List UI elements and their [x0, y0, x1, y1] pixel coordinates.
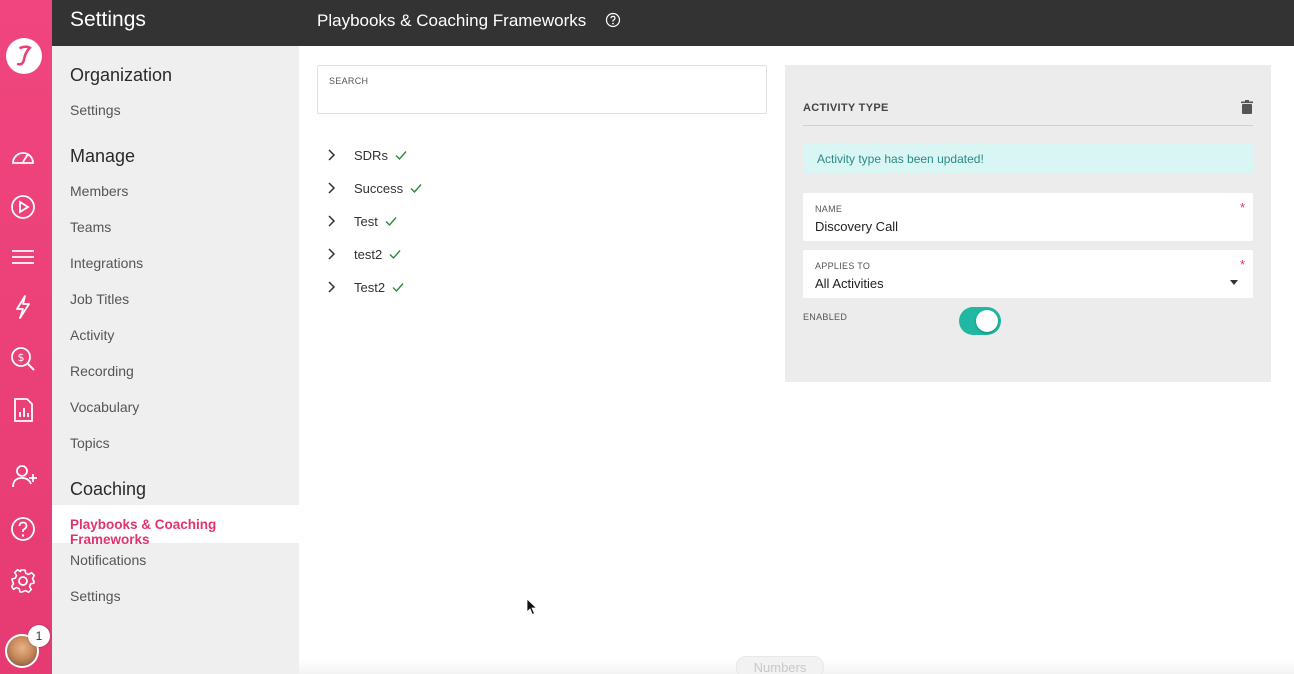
chevron-right-icon[interactable] [322, 212, 340, 230]
left-rail: $ 1 [0, 0, 52, 674]
search-field[interactable]: SEARCH [317, 65, 767, 114]
sidebar-item-notifications[interactable]: Notifications [70, 552, 146, 568]
sidebar-item-recording[interactable]: Recording [70, 363, 134, 379]
applies-to-select[interactable]: APPLIES TO All Activities * [803, 250, 1253, 298]
help-icon[interactable] [9, 515, 37, 543]
chevron-right-icon[interactable] [322, 179, 340, 197]
search-input[interactable] [329, 90, 749, 110]
section-manage: Manage [70, 146, 136, 166]
enabled-label: ENABLED [803, 312, 848, 322]
applies-to-value: All Activities [815, 276, 884, 291]
tree-item[interactable]: SDRs [322, 145, 408, 165]
sidebar-item-coaching-settings[interactable]: Settings [70, 588, 121, 604]
success-alert: Activity type has been updated! [803, 144, 1253, 173]
check-icon [389, 250, 401, 260]
section-organization: Organization [70, 65, 173, 85]
dashboard-icon[interactable] [9, 143, 37, 171]
help-icon[interactable] [605, 12, 621, 28]
check-icon [410, 184, 422, 194]
sidebar-item-playbooks[interactable]: Playbooks & Coaching Frameworks [70, 517, 299, 547]
applies-to-label: APPLIES TO [815, 261, 871, 271]
settings-sidebar: Organization Settings Manage Members Tea… [52, 46, 299, 674]
page-title: Playbooks & Coaching Frameworks [317, 11, 587, 30]
logo-icon[interactable] [6, 38, 42, 74]
tree-item-label: Test [354, 213, 378, 229]
chevron-right-icon[interactable] [322, 278, 340, 296]
notification-badge[interactable]: 1 [28, 625, 50, 647]
numbers-chip: Numbers [736, 656, 824, 674]
check-icon [385, 217, 397, 227]
divider [803, 125, 1253, 126]
name-label: NAME [815, 204, 843, 214]
tree-item[interactable]: Success [322, 178, 423, 198]
settings-title: Settings [70, 8, 146, 31]
enabled-toggle[interactable] [959, 307, 1001, 335]
trash-icon[interactable] [1239, 99, 1255, 115]
check-icon [395, 151, 407, 161]
tree-item[interactable]: Test2 [322, 277, 405, 297]
play-icon[interactable] [9, 193, 37, 221]
check-icon [392, 283, 404, 293]
name-input[interactable]: Discovery Call [815, 219, 898, 234]
chevron-right-icon[interactable] [322, 146, 340, 164]
activity-type-panel: ACTIVITY TYPE Activity type has been upd… [785, 65, 1271, 382]
top-bar: Settings Playbooks & Coaching Frameworks [52, 0, 1294, 46]
name-field[interactable]: NAME Discovery Call * [803, 193, 1253, 241]
sidebar-item-org-settings[interactable]: Settings [70, 102, 121, 118]
report-icon[interactable] [9, 396, 37, 424]
sidebar-item-integrations[interactable]: Integrations [70, 255, 143, 271]
caret-down-icon[interactable] [1230, 280, 1238, 285]
gear-icon[interactable] [9, 567, 37, 595]
tree-item-label: test2 [354, 246, 383, 262]
section-coaching: Coaching [70, 479, 147, 499]
required-mark: * [1239, 257, 1245, 272]
deal-search-icon[interactable]: $ [9, 345, 37, 373]
sidebar-item-job-titles[interactable]: Job Titles [70, 291, 129, 307]
mouse-cursor-icon [526, 598, 538, 616]
search-label: SEARCH [329, 76, 369, 86]
tree-item[interactable]: test2 [322, 244, 402, 264]
required-mark: * [1239, 200, 1245, 215]
sidebar-item-teams[interactable]: Teams [70, 219, 111, 235]
list-icon[interactable] [9, 243, 37, 271]
tree-item-label: Success [354, 180, 404, 196]
toggle-knob [976, 310, 998, 332]
sidebar-item-vocabulary[interactable]: Vocabulary [70, 399, 139, 415]
chevron-right-icon[interactable] [322, 245, 340, 263]
tree-item[interactable]: Test [322, 211, 398, 231]
sidebar-item-activity[interactable]: Activity [70, 327, 114, 343]
sidebar-item-topics[interactable]: Topics [70, 435, 110, 451]
lightning-icon[interactable] [9, 293, 37, 321]
tree-item-label: SDRs [354, 147, 388, 163]
panel-header: ACTIVITY TYPE [803, 102, 889, 114]
add-user-icon[interactable] [11, 462, 39, 490]
svg-text:$: $ [18, 351, 25, 364]
tree-item-label: Test2 [354, 279, 386, 295]
sidebar-item-members[interactable]: Members [70, 183, 128, 199]
